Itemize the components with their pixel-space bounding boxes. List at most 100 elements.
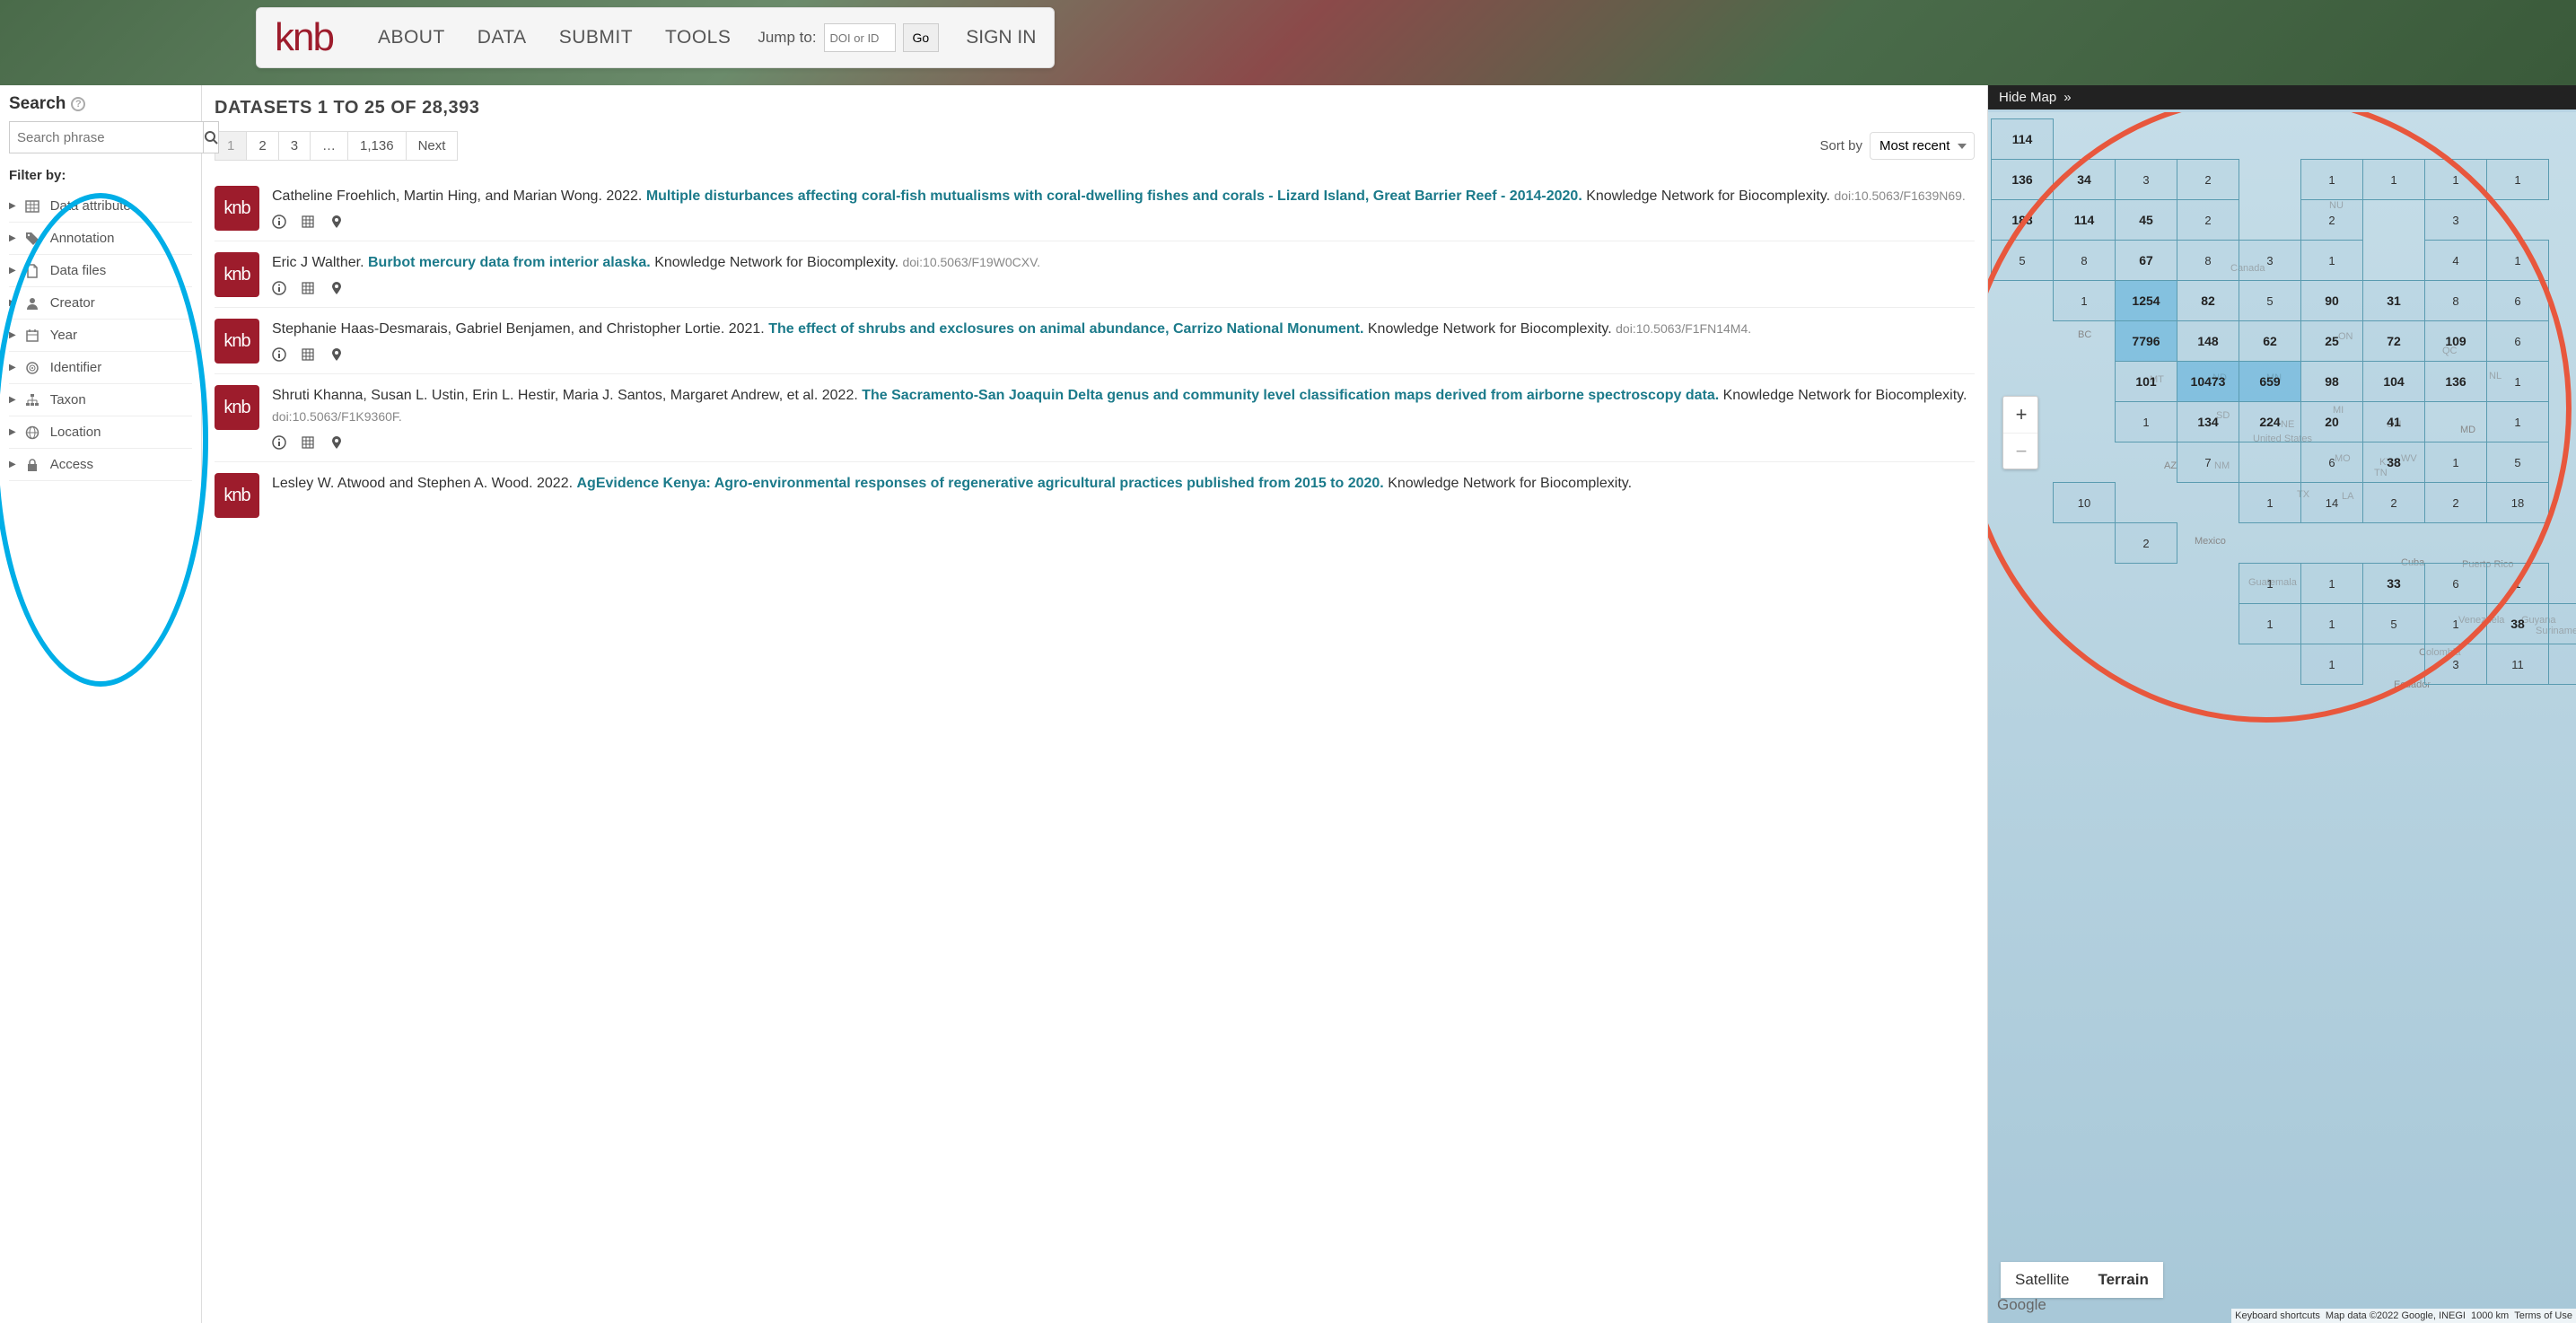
help-icon[interactable]: ? — [71, 97, 85, 111]
data-grid-icon[interactable] — [301, 435, 315, 452]
grid-cell[interactable]: 9 — [2548, 603, 2576, 644]
info-icon[interactable] — [272, 281, 286, 298]
filter-identifier[interactable]: ▶Identifier — [9, 352, 192, 384]
grid-cell[interactable]: 148 — [2177, 320, 2239, 362]
dataset-title-link[interactable]: Multiple disturbances affecting coral-fi… — [646, 188, 1582, 204]
grid-cell[interactable]: 1 — [2424, 603, 2487, 644]
grid-cell[interactable]: 1 — [2053, 280, 2116, 321]
grid-cell[interactable]: 7 — [2177, 442, 2239, 483]
info-icon[interactable] — [272, 347, 286, 364]
grid-cell[interactable]: 1 — [2239, 603, 2301, 644]
grid-cell[interactable]: 6 — [2486, 320, 2549, 362]
grid-cell[interactable]: 67 — [2115, 240, 2177, 281]
page-1[interactable]: 1 — [215, 131, 247, 161]
grid-cell[interactable]: 5 — [2486, 442, 2549, 483]
grid-cell[interactable]: 1 — [2300, 563, 2363, 604]
grid-cell[interactable]: 1 — [2362, 159, 2425, 200]
grid-cell[interactable]: 38 — [2486, 603, 2549, 644]
grid-cell[interactable]: 2 — [2424, 482, 2487, 523]
grid-cell[interactable]: 1 — [2486, 361, 2549, 402]
grid-cell[interactable]: 2 — [2300, 199, 2363, 241]
grid-cell[interactable]: 5 — [2362, 603, 2425, 644]
grid-cell[interactable]: 2 — [2177, 159, 2239, 200]
grid-cell[interactable]: 4 — [2424, 240, 2487, 281]
grid-cell[interactable]: 62 — [2239, 320, 2301, 362]
filter-year[interactable]: ▶Year — [9, 320, 192, 352]
grid-cell[interactable]: 98 — [2300, 361, 2363, 402]
data-grid-icon[interactable] — [301, 281, 315, 298]
grid-cell[interactable]: 188 — [1991, 199, 2054, 241]
nav-data[interactable]: DATA — [478, 27, 527, 48]
grid-cell[interactable]: 1 — [2486, 240, 2549, 281]
grid-cell[interactable]: 7796 — [2115, 320, 2177, 362]
map-pin-icon[interactable] — [329, 435, 344, 452]
page-2[interactable]: 2 — [246, 131, 278, 161]
grid-cell[interactable]: 1 — [2486, 159, 2549, 200]
grid-cell[interactable]: 1 — [2300, 603, 2363, 644]
page-next[interactable]: Next — [406, 131, 459, 161]
sort-select[interactable]: Most recent — [1870, 132, 1975, 160]
grid-cell[interactable]: 5 — [2239, 280, 2301, 321]
grid-cell[interactable]: 10 — [2053, 482, 2116, 523]
data-grid-icon[interactable] — [301, 215, 315, 232]
grid-cell[interactable]: 1 — [2424, 159, 2487, 200]
filter-annotation[interactable]: ▶Annotation — [9, 223, 192, 255]
dataset-title-link[interactable]: Burbot mercury data from interior alaska… — [368, 255, 651, 270]
grid-cell[interactable]: 1 — [2300, 159, 2363, 200]
grid-cell[interactable]: 18 — [2486, 482, 2549, 523]
grid-cell[interactable]: 82 — [2177, 280, 2239, 321]
grid-cell[interactable]: 659 — [2239, 361, 2301, 402]
grid-cell[interactable]: 1 — [2239, 482, 2301, 523]
filter-data-files[interactable]: ▶Data files — [9, 255, 192, 287]
grid-cell[interactable]: 6 — [2300, 442, 2363, 483]
grid-cell[interactable]: 3 — [2424, 199, 2487, 241]
grid-cell[interactable]: 34 — [2053, 159, 2116, 200]
grid-cell[interactable]: 9 — [2548, 644, 2576, 685]
map-pin-icon[interactable] — [329, 347, 344, 364]
grid-cell[interactable]: 2 — [2362, 482, 2425, 523]
grid-cell[interactable]: 1 — [2486, 563, 2549, 604]
grid-cell[interactable]: 2 — [2115, 522, 2177, 564]
data-grid-icon[interactable] — [301, 347, 315, 364]
grid-cell[interactable]: 8 — [2053, 240, 2116, 281]
satellite-button[interactable]: Satellite — [2001, 1262, 2083, 1298]
nav-tools[interactable]: TOOLS — [665, 27, 731, 48]
map-pin-icon[interactable] — [329, 281, 344, 298]
signin-link[interactable]: SIGN IN — [966, 27, 1036, 48]
grid-cell[interactable]: 1 — [2486, 401, 2549, 442]
grid-cell[interactable]: 5 — [1991, 240, 2054, 281]
filter-access[interactable]: ▶Access — [9, 449, 192, 481]
grid-cell[interactable]: 114 — [2053, 199, 2116, 241]
grid-cell[interactable]: 10473 — [2177, 361, 2239, 402]
grid-cell[interactable]: 72 — [2362, 320, 2425, 362]
grid-cell[interactable]: 3 — [2115, 159, 2177, 200]
grid-cell[interactable]: 109 — [2424, 320, 2487, 362]
grid-cell[interactable]: 41 — [2362, 401, 2425, 442]
filter-creator[interactable]: ▶Creator — [9, 287, 192, 320]
grid-cell[interactable]: 1254 — [2115, 280, 2177, 321]
terms-link[interactable]: Terms of Use — [2514, 1310, 2572, 1321]
nav-submit[interactable]: SUBMIT — [559, 27, 633, 48]
zoom-out-button[interactable]: − — [2003, 433, 2038, 469]
go-button[interactable]: Go — [903, 23, 940, 52]
grid-cell[interactable]: 38 — [2362, 442, 2425, 483]
grid-cell[interactable]: 1 — [2424, 442, 2487, 483]
keyboard-shortcuts-link[interactable]: Keyboard shortcuts — [2235, 1310, 2320, 1321]
grid-cell[interactable]: 8 — [2424, 280, 2487, 321]
search-input[interactable] — [9, 121, 204, 153]
grid-cell[interactable]: 136 — [1991, 159, 2054, 200]
grid-cell[interactable]: 3 — [2424, 644, 2487, 685]
map-pin-icon[interactable] — [329, 215, 344, 232]
filter-taxon[interactable]: ▶Taxon — [9, 384, 192, 416]
grid-cell[interactable]: 25 — [2300, 320, 2363, 362]
filter-location[interactable]: ▶Location — [9, 416, 192, 449]
grid-cell[interactable]: 1 — [2300, 644, 2363, 685]
dataset-title-link[interactable]: The Sacramento-San Joaquin Delta genus a… — [862, 388, 1719, 403]
grid-cell[interactable]: 8 — [2177, 240, 2239, 281]
grid-cell[interactable]: 1 — [2115, 401, 2177, 442]
grid-cell[interactable]: 134 — [2177, 401, 2239, 442]
grid-cell[interactable]: 136 — [2424, 361, 2487, 402]
grid-cell[interactable]: 45 — [2115, 199, 2177, 241]
grid-cell[interactable]: 11 — [2486, 644, 2549, 685]
dataset-title-link[interactable]: The effect of shrubs and exclosures on a… — [768, 321, 1363, 337]
